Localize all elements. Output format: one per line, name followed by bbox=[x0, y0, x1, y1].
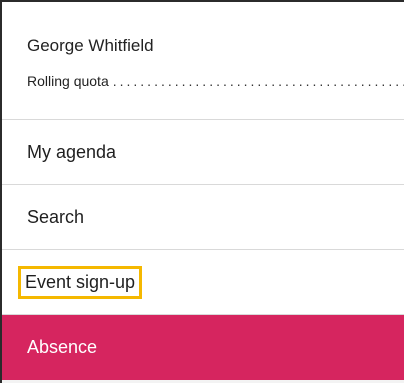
rolling-quota-row: Rolling quota ..........................… bbox=[27, 72, 404, 90]
side-menu-panel: George Whitfield Rolling quota .........… bbox=[0, 0, 404, 383]
user-profile-section: George Whitfield Rolling quota .........… bbox=[2, 2, 404, 120]
menu-item-label: Event sign-up bbox=[17, 265, 143, 299]
menu-item-my-agenda[interactable]: My agenda bbox=[2, 120, 404, 185]
menu-item-label: Absence bbox=[27, 337, 98, 357]
menu-item-absence[interactable]: Absence bbox=[2, 315, 404, 380]
menu-item-label: My agenda bbox=[27, 141, 117, 162]
user-name: George Whitfield bbox=[27, 36, 154, 55]
menu-item-event-sign-up[interactable]: Event sign-up bbox=[2, 250, 404, 315]
quota-dot-leader: ........................................… bbox=[112, 73, 404, 89]
rolling-quota-label: Rolling quota bbox=[27, 73, 109, 89]
menu-item-search[interactable]: Search bbox=[2, 185, 404, 250]
menu-item-label: Search bbox=[27, 206, 85, 227]
